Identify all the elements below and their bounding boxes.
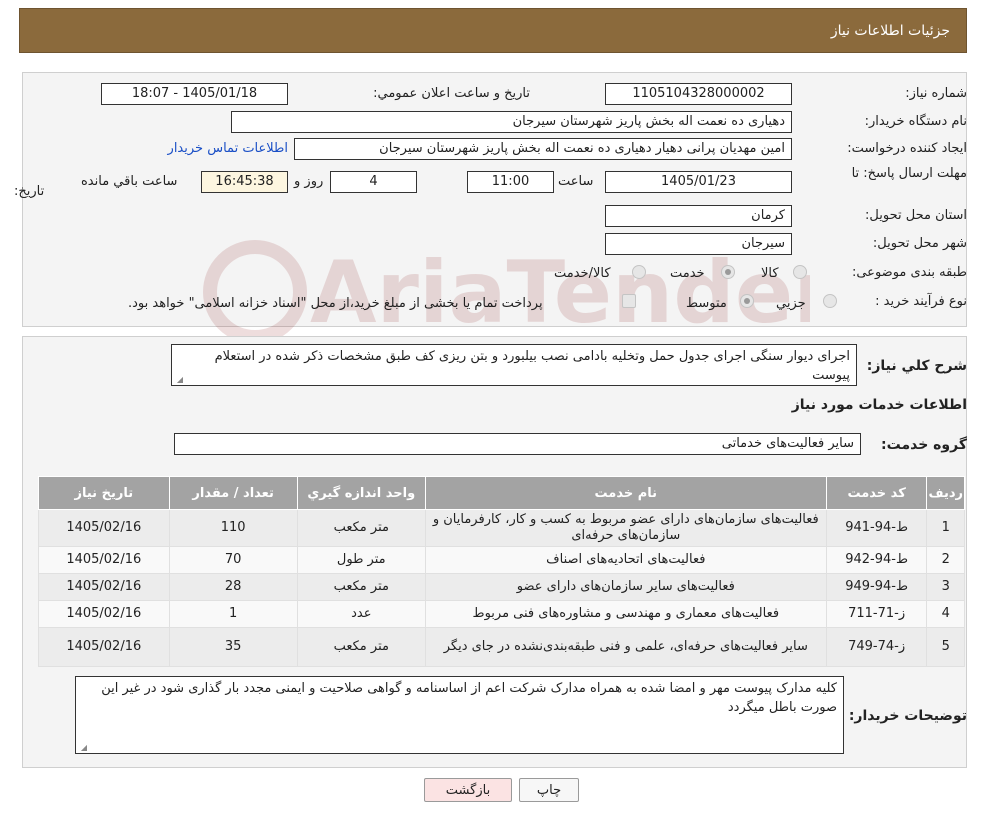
cell-unit: عدد: [296, 600, 426, 628]
buyer-notes-textarea[interactable]: کلیه مدارک پیوست مهر و امضا شده به همراه…: [75, 676, 844, 754]
cell-row-number: 2: [926, 546, 965, 574]
print-button[interactable]: چاپ: [519, 778, 579, 802]
purchase-type-label: نوع فرآيند خريد :: [875, 294, 967, 309]
days-field: 4: [330, 171, 417, 193]
category-label: طبقه بندی موضوعی:: [851, 265, 967, 280]
announce-label: تاریخ و ساعت اعلان عمومي:: [373, 86, 530, 101]
requester-field: امین مهدیان پرانی دهیار دهیاری ده نعمت ا…: [294, 138, 792, 160]
back-button[interactable]: بازگشت: [424, 778, 512, 802]
category-option-goods: کالا: [761, 266, 779, 281]
cell-row-number: 1: [926, 509, 965, 547]
cell-need-date: 1405/02/16: [38, 546, 170, 574]
buyer-notes-text: کلیه مدارک پیوست مهر و امضا شده به همراه…: [101, 681, 837, 715]
payment-note: پرداخت تمام یا بخشی از مبلغ خرید،از محل …: [128, 296, 543, 311]
deadline-time-field: 11:00: [467, 171, 554, 193]
city-field: سیرجان: [605, 233, 792, 255]
buyer-notes-label: توضيحات خريدار:: [848, 708, 967, 724]
table-row: 1 ط-94-941 فعالیت‌های سازمان‌های دارای ع…: [38, 509, 965, 547]
payment-checkbox[interactable]: [622, 294, 636, 308]
remaining-label: ساعت باقي مانده: [81, 174, 178, 189]
category-radio-goods-service[interactable]: [632, 265, 646, 279]
summary-textarea[interactable]: اجرای دیوار سنگی اجرای جدول حمل وتخلیه ب…: [171, 344, 857, 386]
cell-service-name: فعالیت‌های معماری و مهندسی و مشاوره‌های …: [424, 600, 827, 628]
cell-service-name: فعالیت‌های سازمان‌های دارای عضو مربوط به…: [424, 509, 827, 547]
resize-handle-icon[interactable]: ◢: [78, 743, 87, 752]
deadline-label: مهلت ارسال پاسخ: تا: [851, 166, 967, 181]
cell-service-code: ط-94-949: [825, 573, 928, 601]
table-header-row: رديف کد خدمت نام خدمت واحد اندازه گيري ت…: [38, 476, 965, 510]
cell-unit: متر مکعب: [296, 509, 426, 547]
category-option-goods-service: کالا/خدمت: [554, 266, 611, 281]
province-field: کرمان: [605, 205, 792, 227]
cell-unit: متر طول: [296, 546, 426, 574]
table-row: 2 ط-94-942 فعالیت‌های اتحادیه‌های اصناف …: [38, 546, 965, 574]
cell-service-name: سایر فعالیت‌های حرفه‌ای، علمی و فنی طبقه…: [424, 627, 827, 667]
cell-quantity: 28: [168, 573, 298, 601]
cell-row-number: 5: [926, 627, 965, 667]
services-section-title: اطلاعات خدمات مورد نياز: [791, 397, 967, 413]
page-header: جزئیات اطلاعات نیاز: [19, 8, 967, 53]
cell-need-date: 1405/02/16: [38, 627, 170, 667]
col-need-date: تاريخ نياز: [38, 476, 170, 510]
cell-service-code: ز-74-749: [825, 627, 928, 667]
buyer-org-field: دهیاری ده نعمت اله بخش پاریز شهرستان سیر…: [231, 111, 792, 133]
contact-buyer-link[interactable]: اطلاعات تماس خريدار: [168, 141, 288, 156]
back-button-label: بازگشت: [445, 782, 491, 798]
cell-service-code: ط-94-941: [825, 509, 928, 547]
table-row: 5 ز-74-749 سایر فعالیت‌های حرفه‌ای، علمی…: [38, 627, 965, 667]
need-number-field: 1105104328000002: [605, 83, 792, 105]
service-group-field: ساير فعاليت‌هاى خدماتى: [174, 433, 861, 455]
col-service-code: کد خدمت: [825, 476, 928, 510]
purchase-option-minor: جزيي: [776, 296, 806, 311]
requester-label: ايجاد كننده درخواست:: [847, 141, 967, 156]
cell-row-number: 3: [926, 573, 965, 601]
cell-quantity: 1: [168, 600, 298, 628]
buyer-org-label: نام دستگاه خريدار:: [864, 114, 967, 129]
summary-text: اجرای دیوار سنگی اجرای جدول حمل وتخلیه ب…: [214, 349, 850, 383]
resize-handle-icon[interactable]: ◢: [174, 375, 183, 384]
need-number-label: شماره نیاز:: [905, 86, 967, 101]
province-label: استان محل تحويل:: [865, 208, 967, 223]
purchase-option-medium: متوسط: [686, 296, 727, 311]
purchase-radio-minor[interactable]: [823, 294, 837, 308]
table-row: 4 ز-71-711 فعالیت‌های معماری و مهندسی و …: [38, 600, 965, 628]
services-table: رديف کد خدمت نام خدمت واحد اندازه گيري ت…: [38, 476, 965, 667]
cell-quantity: 70: [168, 546, 298, 574]
cell-service-name: فعالیت‌های سایر سازمان‌های دارای عضو: [424, 573, 827, 601]
category-option-service: خدمت: [670, 266, 705, 281]
cell-quantity: 110: [168, 509, 298, 547]
purchase-radio-medium[interactable]: [740, 294, 754, 308]
col-service-name: نام خدمت: [424, 476, 827, 510]
summary-label: شرح کلي نياز:: [866, 358, 967, 374]
cell-service-code: ز-71-711: [825, 600, 928, 628]
col-row-number: رديف: [926, 476, 965, 510]
service-group-label: گروه خدمت:: [881, 437, 967, 453]
cell-row-number: 4: [926, 600, 965, 628]
col-quantity: تعداد / مقدار: [168, 476, 298, 510]
category-radio-service[interactable]: [721, 265, 735, 279]
cell-need-date: 1405/02/16: [38, 509, 170, 547]
cell-need-date: 1405/02/16: [38, 573, 170, 601]
cell-unit: متر مکعب: [296, 573, 426, 601]
cell-quantity: 35: [168, 627, 298, 667]
cell-service-code: ط-94-942: [825, 546, 928, 574]
city-label: شهر محل تحويل:: [872, 236, 967, 251]
cell-service-name: فعالیت‌های اتحادیه‌های اصناف: [424, 546, 827, 574]
deadline-time-label: ساعت: [558, 174, 594, 189]
deadline-label-date: تاریخ:: [14, 184, 45, 199]
category-radio-goods[interactable]: [793, 265, 807, 279]
announce-field: 1405/01/18 - 18:07: [101, 83, 288, 105]
cell-need-date: 1405/02/16: [38, 600, 170, 628]
page-title: جزئیات اطلاعات نیاز: [830, 22, 950, 39]
days-label: روز و: [294, 174, 324, 189]
table-row: 3 ط-94-949 فعالیت‌های سایر سازمان‌های دا…: [38, 573, 965, 601]
remaining-time-field: 16:45:38: [201, 171, 288, 193]
cell-unit: متر مکعب: [296, 627, 426, 667]
deadline-date-field: 1405/01/23: [605, 171, 792, 193]
col-unit: واحد اندازه گيري: [296, 476, 426, 510]
print-button-label: چاپ: [536, 782, 562, 798]
